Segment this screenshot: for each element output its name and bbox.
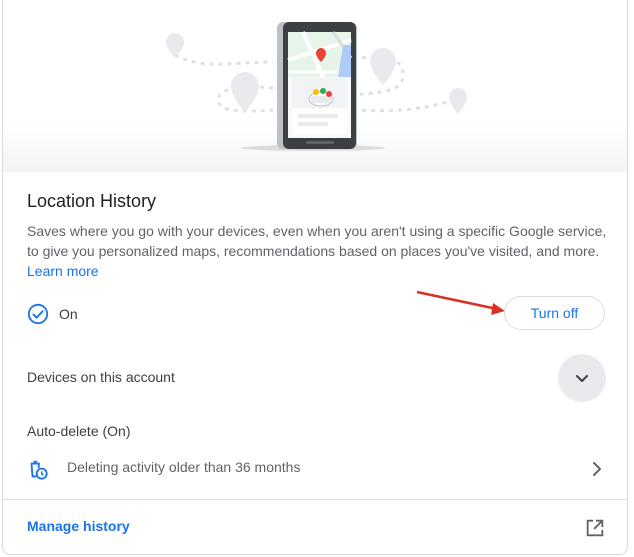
hero-illustration <box>3 0 627 172</box>
location-history-card: Location History Saves where you go with… <box>2 0 628 555</box>
annotation-arrow <box>416 290 505 315</box>
learn-more-link[interactable]: Learn more <box>27 263 99 279</box>
turn-off-button[interactable]: Turn off <box>504 296 605 330</box>
check-circle-icon <box>27 303 49 325</box>
chevron-down-icon <box>576 375 588 382</box>
devices-label: Devices on this account <box>27 369 175 385</box>
devices-expand-button[interactable] <box>558 354 606 402</box>
card-description: Saves where you go with your devices, ev… <box>27 221 607 281</box>
card-title: Location History <box>27 191 157 211</box>
divider <box>3 499 627 500</box>
description-text: Saves where you go with your devices, ev… <box>27 223 607 259</box>
chevron-right-icon <box>593 462 601 476</box>
phone-map-illustration <box>166 22 467 151</box>
trash-clock-icon <box>30 460 48 480</box>
status-text: On <box>59 306 78 322</box>
status-row: On <box>27 303 78 325</box>
manage-history-link[interactable]: Manage history <box>27 518 130 534</box>
auto-delete-row[interactable]: Deleting activity older than 36 months <box>3 448 627 490</box>
open-in-new-icon[interactable] <box>584 517 606 539</box>
auto-delete-text: Deleting activity older than 36 months <box>67 459 301 475</box>
auto-delete-title: Auto-delete (On) <box>27 423 131 439</box>
